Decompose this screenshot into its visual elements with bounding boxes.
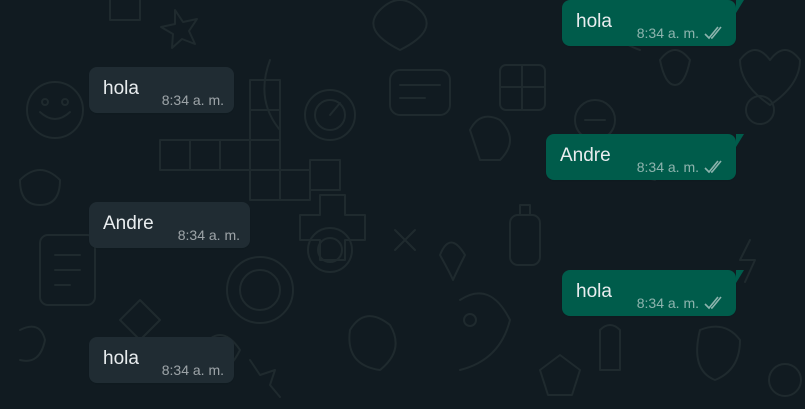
message-meta: 8:34 a. m. <box>162 362 224 378</box>
message-time: 8:34 a. m. <box>636 159 699 175</box>
message-meta: 8:34 a. m. <box>637 295 726 311</box>
message-time: 8:34 a. m. <box>161 362 224 378</box>
double-check-icon <box>704 26 722 40</box>
message-meta: 8:34 a. m. <box>178 227 240 243</box>
message-incoming[interactable]: hola 8:34 a. m. <box>89 67 234 113</box>
message-text: hola <box>103 348 139 369</box>
message-time: 8:34 a. m. <box>636 25 699 41</box>
message-text: Andre <box>560 145 611 166</box>
message-outgoing[interactable]: hola 8:34 a. m. <box>562 270 744 316</box>
message-text: hola <box>576 11 612 32</box>
double-check-icon <box>704 296 722 310</box>
message-meta: 8:34 a. m. <box>637 25 726 41</box>
message-outgoing[interactable]: hola 8:34 a. m. <box>562 0 744 46</box>
message-time: 8:34 a. m. <box>161 92 224 108</box>
message-incoming[interactable]: hola 8:34 a. m. <box>89 337 234 383</box>
message-incoming[interactable]: Andre 8:34 a. m. <box>89 202 250 248</box>
message-outgoing[interactable]: Andre 8:34 a. m. <box>546 134 744 180</box>
message-text: hola <box>576 281 612 302</box>
message-time: 8:34 a. m. <box>636 295 699 311</box>
message-text: hola <box>103 78 139 99</box>
message-meta: 8:34 a. m. <box>162 92 224 108</box>
message-time: 8:34 a. m. <box>177 227 240 243</box>
message-meta: 8:34 a. m. <box>637 159 726 175</box>
double-check-icon <box>704 160 722 174</box>
conversation-panel[interactable]: hola 8:34 a. m. hola 8:34 a. m. Andre 8:… <box>0 0 805 409</box>
message-text: Andre <box>103 213 154 234</box>
